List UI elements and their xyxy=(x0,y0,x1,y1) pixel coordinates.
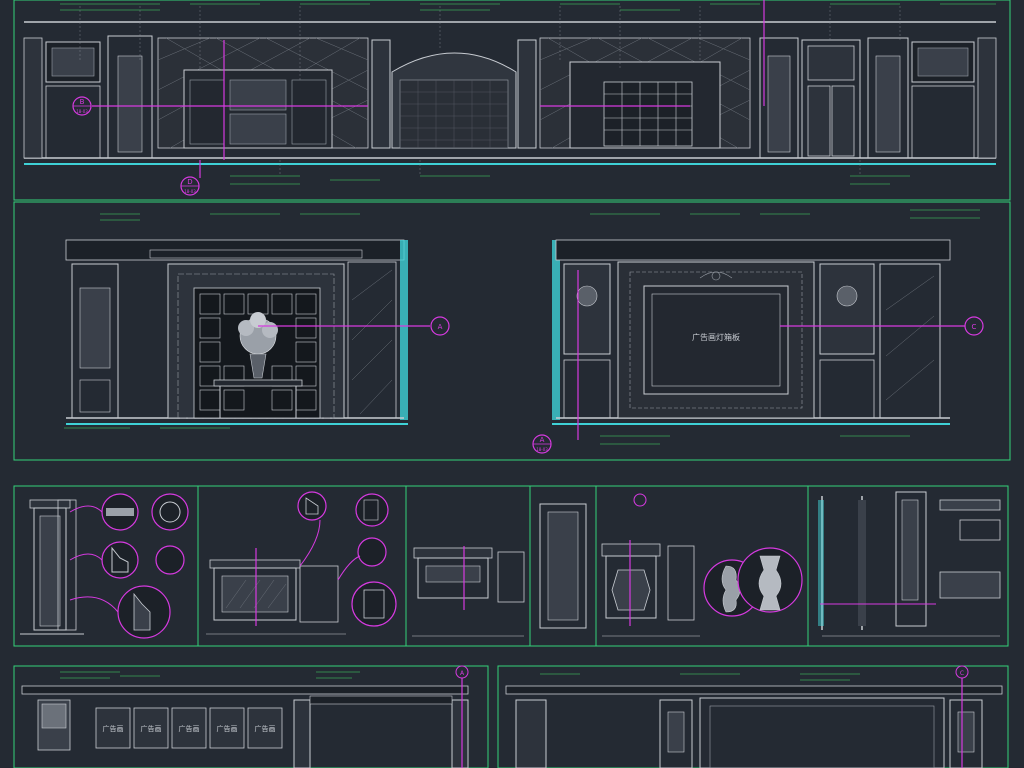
section-marker-a-lower-letter: A xyxy=(540,436,545,444)
section-marker-d-letter: D xyxy=(187,178,192,186)
section-marker-d-ref: 18-03 xyxy=(184,189,196,194)
ad-panel-label: 广告画 xyxy=(103,724,124,733)
section-marker-c-mid: C xyxy=(964,316,984,336)
ad-panel-label: 广告画 xyxy=(255,724,276,733)
section-marker-d: D 18-03 xyxy=(180,176,200,196)
section-marker-b: B 18-03 xyxy=(72,96,92,116)
section-marker-c-bottom-letter: C xyxy=(960,670,964,677)
ad-panel-label: 广告画 xyxy=(217,724,238,733)
section-marker-a-lower: A 18-03 xyxy=(532,434,552,454)
cad-elevation-sheet: B 18-03 D 18-03 广告画灯箱板 A A 18-03 C 广告画 广… xyxy=(0,0,1024,768)
ad-panel-label: 广告画 xyxy=(179,724,200,733)
section-marker-a-mid-letter: A xyxy=(438,323,443,331)
section-marker-b-ref: 18-03 xyxy=(76,109,88,114)
ad-panel-group: 广告画 广告画 广告画 广告画 广告画 xyxy=(95,707,283,749)
section-marker-a-lower-ref: 18-03 xyxy=(536,447,548,452)
lightbox-label: 广告画灯箱板 xyxy=(692,332,740,342)
section-marker-b-letter: B xyxy=(80,98,85,106)
section-marker-a-mid: A xyxy=(430,316,450,336)
ad-panel-label: 广告画 xyxy=(141,724,162,733)
section-marker-c-bottom: C xyxy=(955,665,969,679)
section-marker-c-mid-letter: C xyxy=(972,323,977,331)
section-marker-a-bottom: A xyxy=(455,665,469,679)
